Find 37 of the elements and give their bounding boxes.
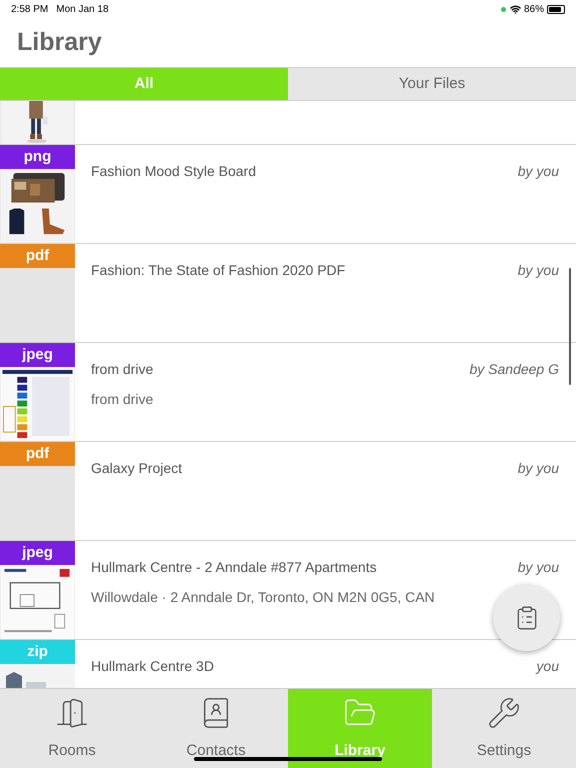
status-date: Mon Jan 18 <box>56 2 109 16</box>
file-title: Hullmark Centre - 2 Anndale #877 Apartments <box>91 558 378 577</box>
wifi-icon <box>510 4 521 14</box>
battery-icon <box>547 4 565 14</box>
door-icon <box>55 696 89 730</box>
file-author: by you <box>518 261 559 280</box>
file-title: Galaxy Project <box>91 459 184 478</box>
file-type-badge: pdf <box>0 442 75 466</box>
file-row[interactable]: jpeg from drive by Sandeep G from drive <box>0 343 576 442</box>
file-row[interactable]: pdf Galaxy Project by you <box>0 442 576 541</box>
file-title: Fashion Mood Style Board <box>91 162 257 181</box>
file-author: you <box>536 657 559 676</box>
nav-tab[interactable]: Contacts <box>144 689 288 768</box>
file-type-badge: png <box>0 145 75 169</box>
file-subtitle: from drive <box>91 390 154 409</box>
file-row[interactable]: png Fashion Mood Style Board by you <box>0 145 576 244</box>
file-type-badge: zip <box>0 640 75 664</box>
tab[interactable]: Your Files <box>288 68 576 100</box>
file-title: Hullmark Centre 3D <box>91 657 215 676</box>
battery-level: 86% <box>524 2 544 16</box>
file-author: by Sandeep G <box>469 360 559 379</box>
file-author: by you <box>518 459 559 478</box>
status-time: 2:58 PM <box>11 2 48 16</box>
file-title: from drive <box>91 360 154 379</box>
wrench-icon <box>487 696 521 730</box>
file-title: Fashion: The State of Fashion 2020 PDF <box>91 261 346 280</box>
file-row[interactable]: pdf Fashion: The State of Fashion 2020 PDF by you <box>0 244 576 343</box>
nav-tab[interactable]: Settings <box>432 689 576 768</box>
file-subtitle: Willowdale · 2 Anndale Dr, Toronto, ON M2N 0G5, CAN <box>91 588 436 607</box>
page-title: Library <box>17 26 102 58</box>
clipboard-button[interactable] <box>493 584 560 651</box>
file-author: by you <box>518 162 559 181</box>
file-author: by you <box>518 558 559 577</box>
file-type-badge: jpeg <box>0 541 75 565</box>
file-type-badge: jpeg <box>0 343 75 367</box>
nav-tab[interactable]: Rooms <box>0 689 144 768</box>
file-type-badge: pdf <box>0 244 75 268</box>
